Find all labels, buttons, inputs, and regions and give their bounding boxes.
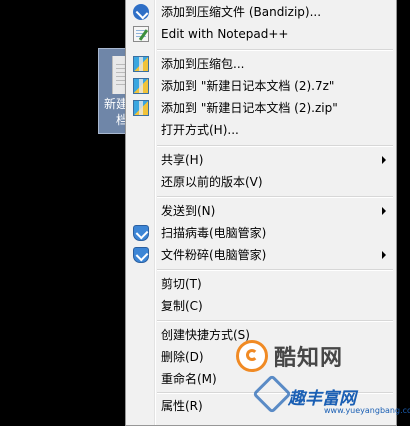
watermark-title: 酷知网 <box>274 346 344 371</box>
menu-item-file-shred[interactable]: 文件粉碎(电脑管家) <box>128 244 394 266</box>
menu-item-bandizip-add[interactable]: 添加到压缩文件 (Bandizip)... <box>128 1 394 23</box>
menu-item-add-7z[interactable]: 添加到 "新建日记本文档 (2).7z" <box>128 75 394 97</box>
desktop-file-icon[interactable]: 新建 档 <box>98 48 129 134</box>
archive-icon <box>133 56 149 72</box>
notepad-plus-plus-icon <box>133 26 149 42</box>
submenu-arrow-icon <box>382 251 386 259</box>
menu-item-cut[interactable]: 剪切(T) <box>128 273 394 295</box>
submenu-arrow-icon <box>382 156 386 164</box>
menu-item-add-archive[interactable]: 添加到压缩包... <box>128 53 394 75</box>
menu-item-scan-virus[interactable]: 扫描病毒(电脑管家) <box>128 222 394 244</box>
shield-icon <box>133 247 149 263</box>
menu-item-edit-notepad[interactable]: Edit with Notepad++ <box>128 23 394 45</box>
desktop-file-label: 新建 档 <box>103 97 128 127</box>
menu-separator <box>157 196 393 198</box>
archive-icon <box>133 78 149 94</box>
watermark: 酷知网 趣丰富网 www.yueyangbang.com <box>228 322 410 415</box>
menu-separator <box>157 145 393 147</box>
watermark-house-icon <box>252 374 292 414</box>
menu-item-copy[interactable]: 复制(C) <box>128 295 394 317</box>
submenu-arrow-icon <box>382 207 386 215</box>
menu-item-send-to[interactable]: 发送到(N) <box>128 200 394 222</box>
menu-item-share[interactable]: 共享(H) <box>128 149 394 171</box>
menu-item-open-with[interactable]: 打开方式(H)... <box>128 119 394 141</box>
bandizip-icon <box>133 4 149 20</box>
menu-separator <box>157 49 393 51</box>
menu-separator <box>157 269 393 271</box>
menu-item-add-zip[interactable]: 添加到 "新建日记本文档 (2).zip" <box>128 97 394 119</box>
menu-item-restore-previous[interactable]: 还原以前的版本(V) <box>128 171 394 193</box>
shield-icon <box>133 225 149 241</box>
watermark-logo-icon <box>236 340 268 372</box>
archive-icon <box>133 100 149 116</box>
